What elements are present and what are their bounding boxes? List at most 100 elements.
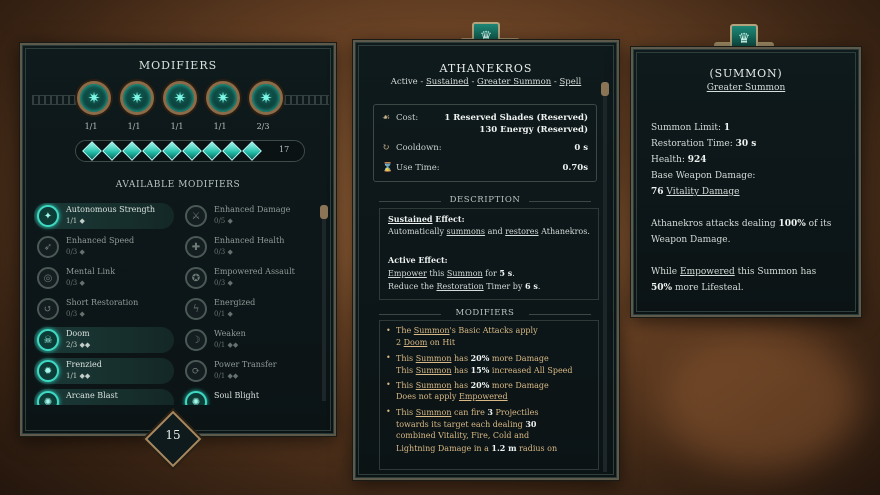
modifier-mental-link[interactable]: ◎ Mental Link 0/3 ◆ xyxy=(34,265,174,291)
modifier-name: Soul Blight xyxy=(214,391,260,400)
arcane-burst-icon: ✷ xyxy=(216,89,230,107)
modifier-count: 2/3 ◆◆ xyxy=(66,341,91,349)
meander-border-right xyxy=(284,95,329,105)
skill-details-panel: ATHANEKROS Active - Sustained - Greater … xyxy=(353,40,619,480)
empowered-description: While Empowered this Summon has xyxy=(651,267,817,277)
summon-subtitle[interactable]: Greater Summon xyxy=(633,83,859,93)
modifier-icon: ☽ xyxy=(185,329,207,351)
modifier-enhanced-damage[interactable]: ⚔ Enhanced Damage 0/5 ◆ xyxy=(182,203,322,229)
mod-line: 2 Doom on Hit xyxy=(396,338,456,347)
modifiers-title: MODIFIERS xyxy=(138,59,218,72)
mod-line: This Summon has 20% more Damage xyxy=(396,353,549,363)
gem-icon xyxy=(242,141,262,161)
meander-border-left xyxy=(32,95,77,105)
modifier-autonomous-strength[interactable]: ✦ Autonomous Strength 1/1 ◆ xyxy=(34,203,174,229)
arcane-burst-icon: ✷ xyxy=(259,89,273,107)
modifier-doom[interactable]: ☠ Doom 2/3 ◆◆ xyxy=(34,327,174,353)
modifier-soul-blight[interactable]: ✺ Soul Blight xyxy=(182,389,322,405)
modifier-icon: ⟳ xyxy=(185,360,207,382)
modifier-count: 0/3 ◆ xyxy=(66,310,85,318)
summon-health: Health: 924 xyxy=(651,155,707,165)
modifiers-scrollbar[interactable] xyxy=(320,205,328,401)
desc-line: Active Effect: xyxy=(388,255,448,265)
modifier-slot-count: 1/1 xyxy=(213,122,227,131)
modifier-slot-count: 2/3 xyxy=(256,122,270,131)
arcane-burst-icon: ✷ xyxy=(173,89,187,107)
arcane-burst-icon: ✷ xyxy=(87,89,101,107)
modifier-name: Energized xyxy=(214,298,256,307)
modifier-icon: ✦ xyxy=(37,205,59,227)
mod-line: towards its target each dealing 30 xyxy=(396,419,537,429)
modifier-arcane-blast[interactable]: ✺ Arcane Blast xyxy=(34,389,174,405)
desc-line: Automatically summons and restores Athan… xyxy=(388,227,590,236)
modifier-slot-count: 1/1 xyxy=(170,122,184,131)
modifiers-panel: MODIFIERS ✷ ✷ ✷ ✷ ✷ 1/1 1/1 1/1 1/1 2/3 … xyxy=(20,43,336,436)
modifier-power-transfer[interactable]: ⟳ Power Transfer 0/1 ◆◆ xyxy=(182,358,322,384)
gem-icon xyxy=(142,141,162,161)
modifier-name: Autonomous Strength xyxy=(66,205,156,214)
modifier-icon: ✪ xyxy=(185,267,207,289)
modifier-name: Arcane Blast xyxy=(66,391,118,400)
modifier-name: Doom xyxy=(66,329,90,338)
modifier-name: Enhanced Damage xyxy=(214,205,291,214)
mod-line: This Summon has 20% more Damage xyxy=(396,380,549,390)
modifier-weaken[interactable]: ☽ Weaken 0/1 ◆◆ xyxy=(182,327,322,353)
modifier-frenzied[interactable]: ✹ Frenzied 1/1 ◆◆ xyxy=(34,358,174,384)
modifiers-heading: MODIFIERS xyxy=(373,308,597,318)
skill-tags: Active - Sustained - Greater Summon - Sp… xyxy=(390,77,582,87)
modifier-enhanced-speed[interactable]: ➶ Enhanced Speed 0/3 ◆ xyxy=(34,234,174,260)
modifier-count: 0/3 ◆ xyxy=(214,279,233,287)
tag-spell[interactable]: Spell xyxy=(559,77,581,87)
summon-title: (SUMMON) xyxy=(709,67,783,80)
modifier-icon: ✹ xyxy=(37,360,59,382)
cost-icon: ☙ xyxy=(382,113,391,123)
modifier-name: Weaken xyxy=(214,329,246,338)
desc-line: Empower this Summon for 5 s. xyxy=(388,268,515,278)
gem-icon xyxy=(122,141,142,161)
mod-line: This Summon can fire 3 Projectiles xyxy=(396,407,539,417)
modifier-name: Frenzied xyxy=(66,360,102,369)
modifier-empowered-assault[interactable]: ✪ Empowered Assault 0/3 ◆ xyxy=(182,265,322,291)
scrollbar-thumb[interactable] xyxy=(320,205,328,219)
modifier-slot-4[interactable]: ✷ xyxy=(206,81,240,115)
mod-line: combined Vitality, Fire, Cold and xyxy=(396,431,530,440)
modifier-slot-1[interactable]: ✷ xyxy=(77,81,111,115)
description-box: Sustained Effect: Automatically summons … xyxy=(379,208,599,300)
modifier-slot-3[interactable]: ✷ xyxy=(163,81,197,115)
modifier-slot-2[interactable]: ✷ xyxy=(120,81,154,115)
modifier-name: Power Transfer xyxy=(214,360,277,369)
summon-limit: Summon Limit: 1 xyxy=(651,123,731,133)
modifier-slot-5[interactable]: ✷ xyxy=(249,81,283,115)
modifier-icon: ➶ xyxy=(37,236,59,258)
tag-sustained[interactable]: Sustained xyxy=(426,77,469,87)
modifier-count: 1/1 ◆ xyxy=(66,217,85,225)
gem-icon xyxy=(222,141,242,161)
skill-stats: ☙ Cost: 1 Reserved Shades (Reserved) 130… xyxy=(373,104,597,182)
skill-panel-scrollbar[interactable] xyxy=(601,82,609,472)
gem-icon xyxy=(162,141,182,161)
modifier-short-restoration[interactable]: ↺ Short Restoration 0/3 ◆ xyxy=(34,296,174,322)
modifier-enhanced-health[interactable]: ✚ Enhanced Health 0/3 ◆ xyxy=(182,234,322,260)
empowered-description: 50% more Lifesteal. xyxy=(651,283,744,293)
scrollbar-thumb[interactable] xyxy=(601,82,609,96)
modifier-name: Enhanced Speed xyxy=(66,236,135,245)
tag-greater-summon[interactable]: Greater Summon xyxy=(477,77,551,87)
summon-info-panel: (SUMMON) Greater Summon Summon Limit: 1 … xyxy=(631,47,861,317)
modifier-slot-count: 1/1 xyxy=(127,122,141,131)
description-heading: DESCRIPTION xyxy=(373,195,597,205)
gem-icon xyxy=(202,141,222,161)
gem-icon xyxy=(102,141,122,161)
desc-line: Reduce the Restoration Timer by 6 s. xyxy=(388,281,541,291)
hourglass-icon: ⌛ xyxy=(382,163,394,173)
modifier-energized[interactable]: ϟ Energized 0/1 ◆ xyxy=(182,296,322,322)
modifier-count: 0/5 ◆ xyxy=(214,217,233,225)
mod-line: This Summon has 15% increased All Speed xyxy=(396,365,573,375)
gem-icon xyxy=(182,141,202,161)
desc-line: Sustained Effect: xyxy=(388,214,465,224)
modifier-slot-count: 1/1 xyxy=(84,122,98,131)
modifier-points-bar xyxy=(75,140,305,162)
modifier-count: 0/3 ◆ xyxy=(66,279,85,287)
base-weapon-damage-value: 76 Vitality Damage xyxy=(651,187,740,197)
background-glow xyxy=(660,330,860,470)
modifier-name: Enhanced Health xyxy=(214,236,285,245)
